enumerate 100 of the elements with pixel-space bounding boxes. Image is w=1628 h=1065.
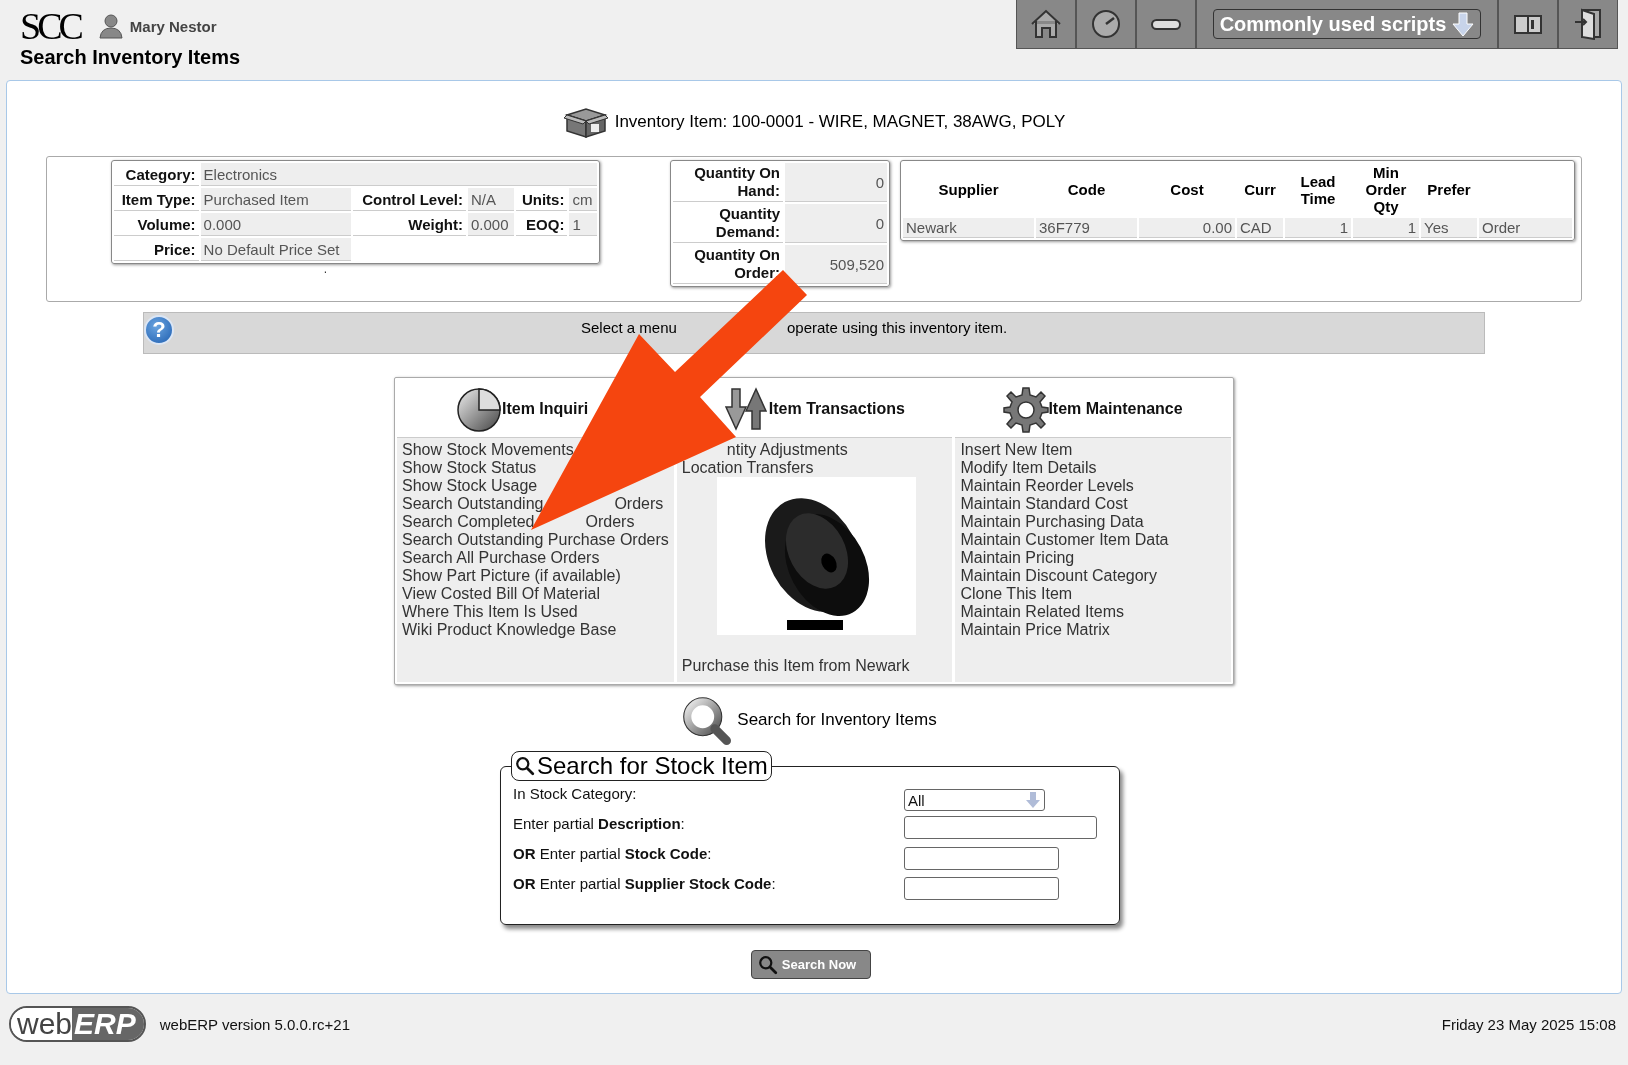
gauge-icon — [1091, 9, 1121, 39]
menu-link[interactable]: Maintain Purchasing Data — [960, 513, 1144, 531]
column-header: Cost — [1169, 180, 1205, 200]
field-value: 1 — [569, 213, 597, 236]
menu-link[interactable]: Search Outstanding Purchase Orders — [402, 531, 669, 549]
menu-link[interactable]: Search All Purchase Orders — [402, 549, 600, 567]
table-cell: 1 — [1285, 218, 1351, 238]
search-button[interactable]: Search Now — [750, 950, 872, 979]
field-label: Units: — [516, 188, 568, 211]
book-button[interactable] — [1514, 14, 1542, 34]
table-cell: Newark — [903, 218, 1034, 238]
menu-link[interactable]: Wiki Product Knowledge Base — [402, 621, 617, 639]
menu-link[interactable]: Show Stock Movements — [402, 441, 574, 459]
table-cell: 36F779 — [1036, 218, 1137, 238]
menu-link[interactable]: Show Stock Status — [402, 459, 537, 477]
field-label: OR Enter partial Supplier Stock Code: — [513, 875, 777, 892]
category-select[interactable]: All — [904, 789, 1045, 811]
door-button[interactable] — [1574, 8, 1602, 40]
column-header: Lead Time — [1299, 171, 1337, 209]
field-label: Weight: — [352, 213, 466, 236]
note-text: . — [323, 262, 328, 276]
menu-link[interactable]: Clone This Item — [960, 585, 1073, 603]
field-label: Control Level: — [352, 188, 466, 211]
menu-link[interactable]: Purchase this Item from Newark — [681, 657, 910, 675]
table-cell: CAD — [1237, 218, 1283, 238]
column-header: Prefer — [1426, 180, 1472, 200]
field-value: Purchased Item — [200, 188, 351, 211]
home-icon — [1030, 9, 1062, 39]
date-time: Friday 23 May 2025 15:08 — [1441, 1015, 1616, 1033]
field-value: 0.000 — [468, 213, 515, 236]
menu-link[interactable]: Maintain Standard Cost — [960, 495, 1128, 513]
field-label: OR Enter partial Stock Code: — [513, 845, 713, 862]
menu-link[interactable]: Search Outstanding — [402, 495, 544, 513]
user-name: Mary Nestor — [129, 17, 217, 35]
menu-link[interactable]: Show Part Picture (if available) — [402, 567, 621, 585]
menu-link[interactable]: View Costed Bill Of Material — [402, 585, 600, 603]
text-field[interactable] — [904, 816, 1097, 839]
menu-link[interactable]: Maintain Price Matrix — [960, 621, 1110, 639]
menu-link[interactable]: Location Transfers — [681, 459, 814, 477]
search-icon — [681, 695, 732, 745]
menu-link[interactable]: Maintain Reorder Levels — [960, 477, 1134, 495]
table-cell: 1 — [1353, 218, 1419, 238]
user-icon — [97, 13, 124, 39]
column-header: Supplier — [937, 180, 1000, 200]
field-label: Enter partial Description: — [513, 815, 686, 832]
field-value: No Default Price Set — [200, 238, 351, 261]
table-cell: Yes — [1421, 218, 1477, 238]
menu-link[interactable]: Where This Item Is Used — [402, 603, 578, 621]
menu-title: Item Inquiri — [502, 399, 589, 418]
field-label: Quantity On Hand: — [673, 163, 783, 202]
form-legend: Search for Stock Item — [511, 751, 772, 781]
table-cell: Order — [1479, 218, 1572, 238]
item-title: Inventory Item: 100-0001 - WIRE, MAGNET, 38AWG, POLY — [614, 112, 1066, 132]
menu-link[interactable]: Orders — [614, 495, 664, 513]
field-value: cm — [569, 188, 597, 211]
menu-link[interactable]: Show Stock Usage — [402, 477, 538, 495]
menu-link[interactable]: Maintain Discount Category — [960, 567, 1157, 585]
field-value: 0.000 — [200, 213, 351, 236]
search-heading: Search for Inventory Items — [737, 710, 937, 730]
column-header: Curr — [1243, 180, 1277, 200]
text-field[interactable] — [904, 877, 1059, 900]
field-label: Category: — [114, 163, 199, 186]
menu-link[interactable]: ntity Adjustments — [726, 441, 848, 459]
menu-title: Item Transactions — [768, 399, 905, 418]
field-label: Volume: — [114, 213, 199, 236]
field-value: 509,520 — [785, 245, 887, 284]
field-value: Electronics — [200, 163, 597, 186]
help-message: operate using this inventory item. — [787, 318, 1008, 336]
search-icon — [757, 954, 778, 975]
table-cell: 0.00 — [1139, 218, 1235, 238]
book-icon — [1514, 14, 1542, 34]
field-label: EOQ: — [516, 213, 568, 236]
down-arrow-icon — [1452, 11, 1475, 37]
gear-icon — [1001, 384, 1050, 433]
menu-link[interactable]: Maintain Pricing — [960, 549, 1075, 567]
page-title: Search Inventory Items — [20, 46, 241, 69]
menu-title: Item Maintenance — [1048, 399, 1183, 418]
column-header: Min Order Qty — [1364, 163, 1408, 216]
field-label: Item Type: — [114, 188, 199, 211]
scripts-dropdown[interactable]: Commonly used scripts — [1212, 9, 1482, 39]
column-header: Code — [1066, 180, 1107, 200]
gauge-button[interactable] — [1091, 9, 1121, 39]
menu-link[interactable]: Search Completed — [402, 513, 535, 531]
down-arrow-icon — [1025, 791, 1041, 809]
menu-link[interactable]: Insert New Item — [960, 441, 1073, 459]
menu-link[interactable]: Maintain Related Items — [960, 603, 1125, 621]
field-label: Price: — [114, 238, 199, 261]
field-value: 0 — [785, 163, 887, 202]
box-icon — [562, 105, 609, 139]
field-label: In Stock Category: — [513, 785, 638, 802]
version-text: webERP version 5.0.0.rc+21 — [159, 1015, 350, 1033]
menu-link[interactable]: Orders — [585, 513, 635, 531]
door-icon — [1574, 8, 1602, 40]
menu-link[interactable]: Maintain Customer Item Data — [960, 531, 1169, 549]
help-message: Select a menu — [581, 318, 677, 336]
minus-icon — [1151, 18, 1181, 30]
minus-button[interactable] — [1151, 18, 1181, 30]
menu-link[interactable]: Modify Item Details — [960, 459, 1097, 477]
text-field[interactable] — [904, 847, 1059, 870]
company-logo: SCC — [20, 8, 80, 44]
